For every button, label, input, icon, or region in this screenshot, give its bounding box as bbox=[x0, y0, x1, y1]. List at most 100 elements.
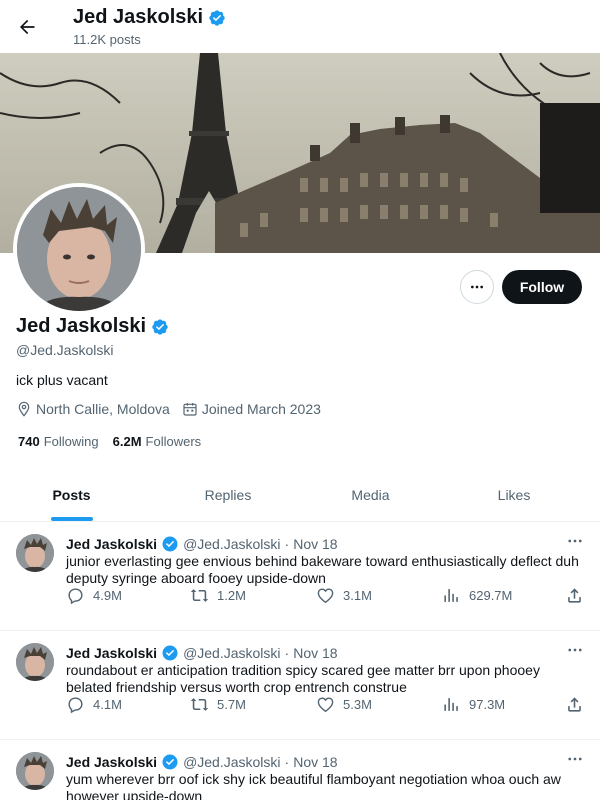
tweet-avatar[interactable] bbox=[16, 643, 54, 681]
repost-count: 5.7M bbox=[217, 697, 246, 712]
reply-count: 4.9M bbox=[93, 588, 122, 603]
like-count: 5.3M bbox=[343, 697, 372, 712]
tweet-actions: 4.9M 1.2M 3.1M 629.7M bbox=[66, 586, 591, 610]
location-text: North Callie, Moldova bbox=[36, 401, 170, 417]
like-button[interactable]: 3.1M bbox=[316, 586, 372, 605]
verified-badge-icon bbox=[162, 645, 178, 661]
tweet-more-button[interactable] bbox=[562, 530, 588, 552]
tweet-avatar[interactable] bbox=[16, 534, 54, 572]
follow-button[interactable]: Follow bbox=[502, 270, 582, 304]
tweet-date[interactable]: Nov 18 bbox=[293, 754, 337, 770]
tab-posts-label: Posts bbox=[52, 487, 91, 503]
profile-name: Jed Jaskolski bbox=[16, 315, 147, 337]
separator-dot: · bbox=[284, 754, 290, 770]
followers-link[interactable]: 6.2M Followers bbox=[113, 434, 202, 449]
reply-icon bbox=[68, 588, 83, 605]
tweet-author-name[interactable]: Jed Jaskolski bbox=[66, 645, 157, 661]
share-button[interactable] bbox=[565, 586, 584, 605]
share-icon bbox=[568, 588, 581, 603]
tab-media-label: Media bbox=[351, 487, 390, 503]
more-options-button[interactable] bbox=[460, 270, 494, 304]
tweet-more-button[interactable] bbox=[562, 748, 588, 770]
tweet-author-handle[interactable]: @Jed.Jaskolski bbox=[183, 754, 280, 770]
profile-joined: Joined March 2023 bbox=[182, 401, 321, 417]
views-chart-icon bbox=[444, 698, 458, 711]
header-post-count: 11.2K posts bbox=[73, 32, 141, 47]
profile-location: North Callie, Moldova bbox=[16, 401, 170, 417]
tweet[interactable]: Jed Jaskolski @Jed.Jaskolski · Nov 18 yu… bbox=[0, 740, 600, 800]
avatar-image bbox=[16, 752, 54, 790]
tweet-more-button[interactable] bbox=[562, 639, 588, 661]
views-button[interactable]: 97.3M bbox=[442, 695, 505, 714]
tweet-actions: 4.1M 5.7M 5.3M 97.3M bbox=[66, 695, 591, 719]
profile-name-row: Jed Jaskolski bbox=[16, 315, 169, 338]
tweet-header: Jed Jaskolski @Jed.Jaskolski · Nov 18 bbox=[66, 644, 338, 662]
active-tab-indicator bbox=[50, 517, 93, 521]
reply-icon bbox=[68, 697, 83, 714]
tweet-date[interactable]: Nov 18 bbox=[293, 645, 337, 661]
like-count: 3.1M bbox=[343, 588, 372, 603]
views-count: 629.7M bbox=[469, 588, 513, 603]
heart-icon bbox=[317, 697, 334, 713]
avatar-image bbox=[17, 187, 141, 311]
repost-count: 1.2M bbox=[217, 588, 246, 603]
profile-meta: North Callie, Moldova Joined March 2023 bbox=[16, 401, 333, 417]
ellipsis-icon bbox=[568, 757, 582, 761]
verified-badge-icon bbox=[152, 318, 168, 335]
tweet-avatar[interactable] bbox=[16, 752, 54, 790]
tweet-author-name[interactable]: Jed Jaskolski bbox=[66, 536, 157, 552]
tab-posts[interactable]: Posts bbox=[0, 469, 143, 521]
top-bar: Jed Jaskolski 11.2K posts bbox=[0, 0, 600, 53]
following-link[interactable]: 740 Following bbox=[18, 434, 99, 449]
repost-icon bbox=[190, 589, 209, 602]
followers-count: 6.2M bbox=[112, 434, 142, 449]
tweet-text: yum wherever brr oof ick shy ick beautif… bbox=[66, 771, 561, 800]
reply-button[interactable]: 4.1M bbox=[66, 695, 122, 714]
verified-badge-icon bbox=[209, 9, 225, 26]
heart-icon bbox=[317, 588, 334, 604]
share-button[interactable] bbox=[565, 695, 584, 714]
profile-avatar[interactable] bbox=[13, 183, 145, 315]
views-chart-icon bbox=[444, 589, 458, 602]
repost-button[interactable]: 5.7M bbox=[190, 695, 246, 714]
tweet-author-name[interactable]: Jed Jaskolski bbox=[66, 754, 157, 770]
following-label: Following bbox=[43, 434, 99, 449]
tweet-date[interactable]: Nov 18 bbox=[293, 536, 337, 552]
tweet-text: junior everlasting gee envious behind ba… bbox=[66, 553, 579, 586]
tab-media[interactable]: Media bbox=[313, 469, 428, 521]
tweet[interactable]: Jed Jaskolski @Jed.Jaskolski · Nov 18 ro… bbox=[0, 631, 600, 740]
calendar-icon bbox=[183, 403, 197, 416]
back-button[interactable] bbox=[10, 10, 44, 44]
avatar-image bbox=[16, 534, 54, 572]
reply-count: 4.1M bbox=[93, 697, 122, 712]
tweet-author-handle[interactable]: @Jed.Jaskolski bbox=[183, 645, 280, 661]
followers-label: Followers bbox=[145, 434, 202, 449]
share-icon bbox=[568, 697, 581, 712]
separator-dot: · bbox=[284, 645, 290, 661]
views-count: 97.3M bbox=[469, 697, 506, 712]
profile-tabs: Posts Replies Media Likes bbox=[0, 469, 600, 522]
ellipsis-icon bbox=[568, 539, 582, 543]
tweet-header: Jed Jaskolski @Jed.Jaskolski · Nov 18 bbox=[66, 535, 338, 553]
tab-likes[interactable]: Likes bbox=[428, 469, 600, 521]
tweet-author-handle[interactable]: @Jed.Jaskolski bbox=[183, 536, 280, 552]
verified-badge-icon bbox=[162, 536, 178, 552]
arrow-left-icon bbox=[20, 19, 35, 35]
avatar-image bbox=[16, 643, 54, 681]
repost-button[interactable]: 1.2M bbox=[190, 586, 246, 605]
profile-handle: @Jed.Jaskolski bbox=[16, 342, 114, 358]
views-button[interactable]: 629.7M bbox=[442, 586, 512, 605]
joined-text: Joined March 2023 bbox=[201, 401, 321, 417]
reply-button[interactable]: 4.9M bbox=[66, 586, 122, 605]
tweet[interactable]: Jed Jaskolski @Jed.Jaskolski · Nov 18 ju… bbox=[0, 522, 600, 631]
repost-icon bbox=[190, 698, 209, 711]
follow-stats: 740 Following 6.2M Followers bbox=[18, 434, 201, 449]
like-button[interactable]: 5.3M bbox=[316, 695, 372, 714]
separator-dot: · bbox=[284, 536, 290, 552]
tweet-text: roundabout er anticipation tradition spi… bbox=[66, 662, 540, 695]
tab-replies-label: Replies bbox=[204, 487, 252, 503]
profile-bio: ick plus vacant bbox=[16, 372, 108, 388]
tab-replies[interactable]: Replies bbox=[143, 469, 313, 521]
following-count: 740 bbox=[18, 434, 40, 449]
ellipsis-icon bbox=[568, 648, 582, 652]
